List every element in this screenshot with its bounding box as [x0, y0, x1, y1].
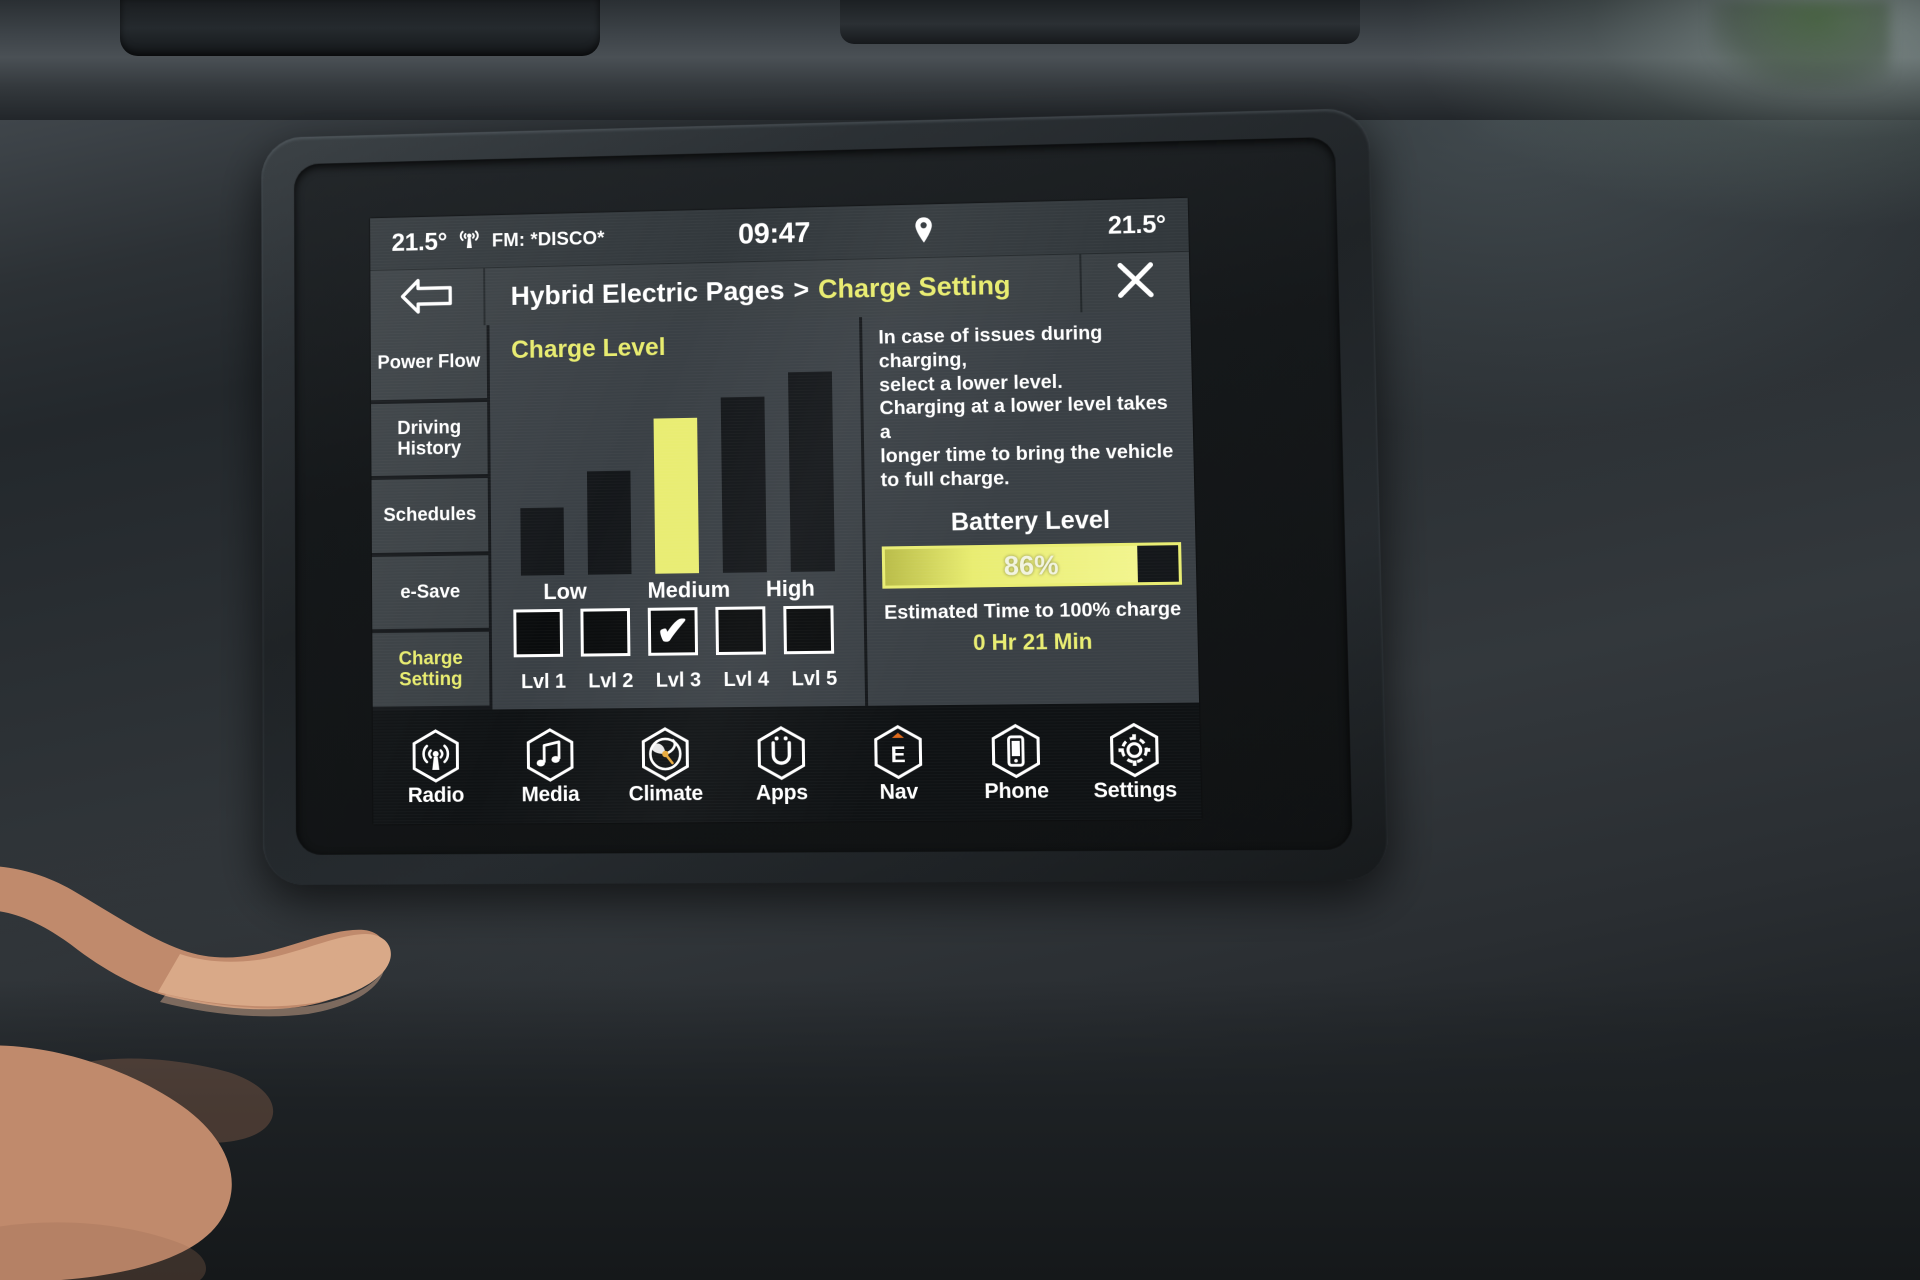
level-label: Lvl 2 [588, 669, 634, 693]
checkbox-lvl-3[interactable]: ✔ [647, 607, 699, 656]
zone-label-low: Low [543, 578, 587, 605]
phone-handset-icon [962, 721, 1069, 781]
checkbox-cell[interactable]: ✔ [647, 607, 708, 656]
notice-line: Charging at a lower level takes a [879, 392, 1169, 444]
charge-level-labels: Lvl 1 Lvl 2 Lvl 3 Lvl 4 Lvl 5 [510, 664, 849, 698]
dock-item-settings[interactable]: Settings [1081, 719, 1189, 803]
dock-item-phone[interactable]: Phone [962, 721, 1069, 804]
breadcrumb-current: Charge Setting [817, 269, 1011, 304]
battery-level-progress-bar: 86% [881, 542, 1183, 590]
chart-title: Charge Level [511, 333, 666, 365]
checkbox-cell[interactable] [513, 608, 573, 658]
checkbox-lvl-2[interactable] [580, 608, 631, 657]
breadcrumb-separator: > [793, 274, 810, 305]
close-x-icon [1115, 259, 1157, 305]
level-label: Lvl 5 [791, 667, 838, 690]
back-arrow-icon [400, 276, 455, 319]
gear-icon [1081, 719, 1189, 779]
user-hand [0, 620, 520, 1280]
level-label: Lvl 4 [723, 668, 770, 691]
chart-bar [720, 396, 767, 573]
checkbox-lvl-5[interactable] [783, 605, 835, 655]
cabin-temp-right: 21.5° [1107, 210, 1167, 240]
notice-line: In case of issues during charging, [878, 321, 1103, 373]
sidebar-item-schedules[interactable]: Schedules [371, 478, 489, 553]
checkbox-lvl-1[interactable] [513, 608, 564, 658]
notice-line: to full charge. [880, 466, 1010, 492]
charging-notice: In case of issues during charging, selec… [878, 320, 1180, 493]
chart-bar [520, 507, 565, 576]
charge-level-chart-panel: Charge Level Low Medium High ✔ Lvl 1 Lvl… [486, 317, 866, 710]
level-label: Lvl 1 [520, 670, 567, 693]
charge-level-bar-chart [507, 371, 846, 576]
clock: 09:47 [737, 217, 811, 251]
window-foliage-reflection [1710, 0, 1890, 90]
battery-percent-label: 86% [1003, 549, 1059, 581]
chart-bar [586, 470, 632, 575]
dashboard-vent-left [120, 0, 600, 56]
dock-label: Apps [755, 780, 809, 805]
dock-item-nav[interactable]: E Nav [845, 722, 951, 805]
zone-label-high: High [765, 575, 816, 602]
dashboard-vent-right [840, 0, 1360, 44]
location-pin-icon [913, 216, 934, 249]
dock-label: Climate [628, 781, 704, 806]
sidebar-item-label: Driving History [397, 417, 462, 461]
eta-label: Estimated Time to 100% charge [883, 598, 1182, 625]
fan-climate-icon [613, 724, 717, 783]
sidebar-item-label: Power Flow [377, 351, 481, 374]
close-button[interactable] [1079, 251, 1191, 313]
dock-label: Settings [1093, 777, 1178, 802]
back-button[interactable] [370, 268, 486, 328]
apps-u-icon [729, 723, 834, 782]
charge-zone-labels: Low Medium High [509, 573, 847, 608]
dock-item-climate[interactable]: Climate [613, 724, 718, 806]
check-glyph: ✔ [655, 609, 690, 654]
checkbox-cell[interactable] [580, 608, 640, 657]
breadcrumb-root[interactable]: Hybrid Electric Pages [511, 275, 785, 312]
sidebar-item-label: Schedules [383, 504, 477, 527]
sidebar-item-driving-history[interactable]: Driving History [371, 401, 488, 477]
charge-level-checkbox-row: ✔ [509, 605, 848, 665]
sidebar-item-label: e-Save [400, 581, 461, 603]
chart-bar [653, 417, 700, 574]
charging-info-panel: In case of issues during charging, selec… [859, 309, 1200, 706]
zone-label-medium: Medium [647, 576, 731, 603]
checkbox-lvl-4[interactable] [715, 606, 766, 656]
dock-item-apps[interactable]: Apps [729, 723, 835, 806]
level-label: Lvl 3 [655, 668, 702, 692]
chart-bar [788, 371, 835, 572]
checkbox-cell[interactable] [715, 606, 776, 656]
sidebar-item-e-save[interactable]: e-Save [371, 555, 489, 630]
checkbox-cell[interactable] [783, 605, 844, 655]
battery-level-title: Battery Level [950, 506, 1111, 537]
notice-line: longer time to bring the vehicle [880, 440, 1174, 468]
dock-label: Phone [984, 778, 1050, 803]
eta-value: 0 Hr 21 Min [972, 628, 1093, 656]
sidebar-item-power-flow[interactable]: Power Flow [370, 325, 488, 400]
dock-label: Nav [879, 779, 919, 804]
nav-e-icon: E [845, 722, 951, 782]
svg-text:E: E [891, 741, 906, 767]
